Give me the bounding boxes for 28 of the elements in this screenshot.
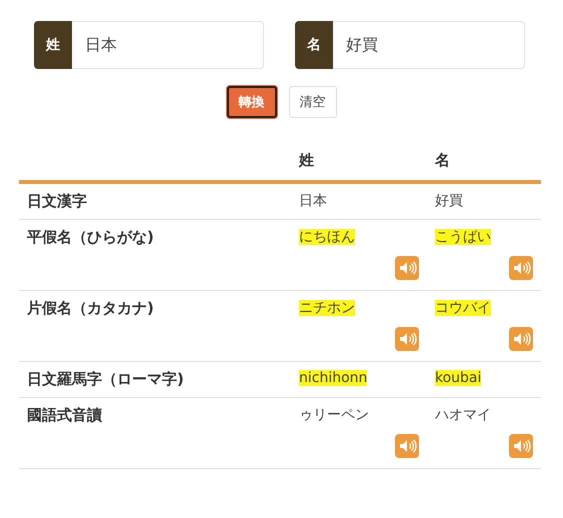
speaker-button[interactable] bbox=[395, 327, 419, 351]
column-header: 姓 bbox=[291, 143, 427, 182]
field-label: 名 bbox=[295, 21, 333, 69]
input-field[interactable]: 好買 bbox=[333, 21, 525, 69]
table-cell: koubai bbox=[435, 370, 482, 386]
speaker-button[interactable] bbox=[395, 256, 419, 280]
table-cell: 日本 bbox=[299, 193, 327, 209]
table-cell: nichihonn bbox=[299, 370, 368, 386]
table-cell: こうばい bbox=[435, 229, 491, 245]
speaker-button[interactable] bbox=[509, 434, 533, 458]
row-label: 平假名（ひらがな) bbox=[27, 228, 154, 246]
field-label: 姓 bbox=[34, 21, 72, 69]
row-label: 國語式音讀 bbox=[27, 406, 102, 424]
speaker-button[interactable] bbox=[395, 434, 419, 458]
speaker-button[interactable] bbox=[509, 256, 533, 280]
speaker-button[interactable] bbox=[509, 327, 533, 351]
table-cell: コウバイ bbox=[435, 300, 491, 316]
clear-button[interactable]: 清空 bbox=[288, 86, 336, 118]
input-field[interactable]: 日本 bbox=[72, 21, 264, 69]
row-label: 日文漢字 bbox=[27, 192, 87, 210]
table-cell: ゥリーペン bbox=[299, 407, 369, 423]
row-label: 日文羅馬字（ローマ字) bbox=[27, 370, 184, 388]
table-cell: 好買 bbox=[435, 193, 463, 209]
column-header: 名 bbox=[427, 143, 541, 182]
table-cell: にちほん bbox=[299, 229, 355, 245]
table-cell: ニチホン bbox=[299, 300, 355, 316]
table-cell: ハオマイ bbox=[435, 407, 491, 423]
row-label: 片假名（カタカナ) bbox=[27, 299, 154, 317]
